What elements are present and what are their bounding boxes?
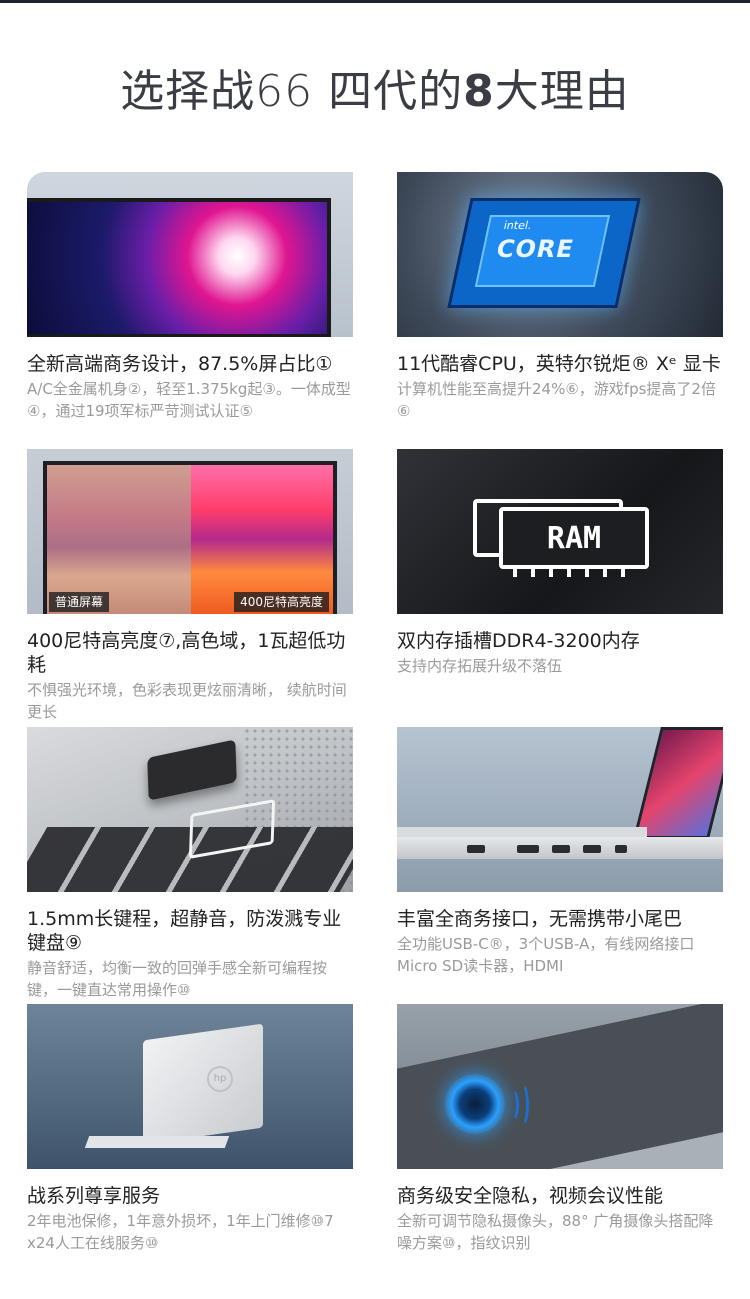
ports-image bbox=[397, 727, 723, 892]
card-desc: A/C全金属机身②，轻至1.375kg起③。一体成型④，通过19项军标严苛测试认… bbox=[27, 380, 351, 420]
keycap bbox=[147, 739, 237, 801]
card-desc: 全功能USB-C®，3个USB-A，有线网络接口Micro SD读卡器，HDMI bbox=[397, 935, 695, 975]
title-prefix: 选择战66 四代的 bbox=[120, 66, 464, 117]
feature-card-privacy: 商务级安全隐私，视频会议性能 全新可调节隐私摄像头，88° 广角摄像头搭配降噪方… bbox=[397, 1004, 723, 1254]
ram-icon: RAM bbox=[499, 507, 649, 569]
card-title: 全新高端商务设计，87.5%屏占比① bbox=[27, 353, 333, 375]
ram-image: RAM bbox=[397, 449, 723, 614]
camera-icon bbox=[445, 1074, 505, 1134]
card-desc: 静音舒适，均衡一致的回弹手感全新可编程按键，一键直达常用操作⑩ bbox=[27, 959, 328, 999]
laptop-lid bbox=[633, 727, 723, 839]
usb-c-port bbox=[615, 845, 627, 853]
feature-card-cpu: intel. CORE 11代酷睿CPU，英特尔锐炬® Xᵉ 显卡 计算机性能至… bbox=[397, 172, 723, 422]
hp-logo-icon: hp bbox=[207, 1066, 233, 1092]
feature-card-keyboard: 1.5mm长键程，超静音，防泼溅专业键盘⑨ 静音舒适，均衡一致的回弹手感全新可编… bbox=[27, 727, 353, 1001]
card-title: 商务级安全隐私，视频会议性能 bbox=[397, 1185, 664, 1207]
normal-screen-tag: 普通屏幕 bbox=[49, 592, 110, 612]
bright-screen-tag: 400尼特高亮度 bbox=[234, 592, 329, 612]
top-divider bbox=[0, 0, 750, 3]
camera-image bbox=[397, 1004, 723, 1169]
card-desc: 计算机性能至高提升24%⑥，游戏fps提高了2倍⑥ bbox=[397, 380, 716, 420]
cpu-chip: intel. CORE bbox=[447, 198, 641, 308]
feature-card-design: 全新高端商务设计，87.5%屏占比① A/C全金属机身②，轻至1.375kg起③… bbox=[27, 172, 353, 422]
card-desc: 2年电池保修，1年意外损坏，1年上门维修⑩7 x24人工在线服务⑩ bbox=[27, 1212, 334, 1252]
card-title: 双内存插槽DDR4-3200内存 bbox=[397, 630, 640, 652]
laptop-base bbox=[84, 1136, 230, 1148]
feature-card-memory: RAM 双内存插槽DDR4-3200内存 支持内存拓展升级不落伍 bbox=[397, 449, 723, 677]
card-title: 400尼特高亮度⑦,高色域，1瓦超低功耗 bbox=[27, 630, 346, 676]
laptop-image: hp bbox=[27, 1004, 353, 1169]
chip-brand: intel. bbox=[502, 219, 533, 232]
hdmi-port bbox=[517, 845, 539, 853]
card-desc: 全新可调节隐私摄像头，88° 广角摄像头搭配降噪方案⑩，指纹识别 bbox=[397, 1212, 714, 1252]
signal-wave-icon bbox=[515, 1083, 529, 1127]
feature-card-ports: 丰富全商务接口，无需携带小尾巴 全功能USB-C®，3个USB-A，有线网络接口… bbox=[397, 727, 723, 977]
title-suffix: 大理由 bbox=[494, 66, 630, 117]
feature-card-service: hp 战系列尊享服务 2年电池保修，1年意外损坏，1年上门维修⑩7 x24人工在… bbox=[27, 1004, 353, 1254]
title-number: 8 bbox=[463, 66, 495, 117]
card-title: 1.5mm长键程，超静音，防泼溅专业键盘⑨ bbox=[27, 908, 342, 954]
design-image bbox=[27, 172, 353, 337]
card-desc: 不惧强光环境，色彩表现更炫丽清晰， 续航时间更长 bbox=[27, 681, 347, 721]
feature-card-display: 普通屏幕 400尼特高亮度 400尼特高亮度⑦,高色域，1瓦超低功耗 不惧强光环… bbox=[27, 449, 353, 723]
usb-a-port bbox=[552, 845, 570, 853]
display-compare-image: 普通屏幕 400尼特高亮度 bbox=[27, 449, 353, 614]
ram-label: RAM bbox=[546, 521, 602, 556]
card-title: 11代酷睿CPU，英特尔锐炬® Xᵉ 显卡 bbox=[397, 353, 721, 375]
usb-a-port bbox=[583, 845, 601, 853]
card-desc: 支持内存拓展升级不落伍 bbox=[397, 657, 563, 675]
card-title: 战系列尊享服务 bbox=[27, 1185, 161, 1207]
ram-pins bbox=[513, 569, 637, 577]
page-title: 选择战66 四代的8大理由 bbox=[0, 62, 750, 122]
sd-port bbox=[467, 845, 485, 853]
card-title: 丰富全商务接口，无需携带小尾巴 bbox=[397, 908, 683, 930]
laptop-lid bbox=[143, 1023, 263, 1145]
cpu-image: intel. CORE bbox=[397, 172, 723, 337]
keyboard-image bbox=[27, 727, 353, 892]
chip-label: CORE bbox=[493, 235, 577, 263]
screen-bezel bbox=[27, 198, 331, 337]
